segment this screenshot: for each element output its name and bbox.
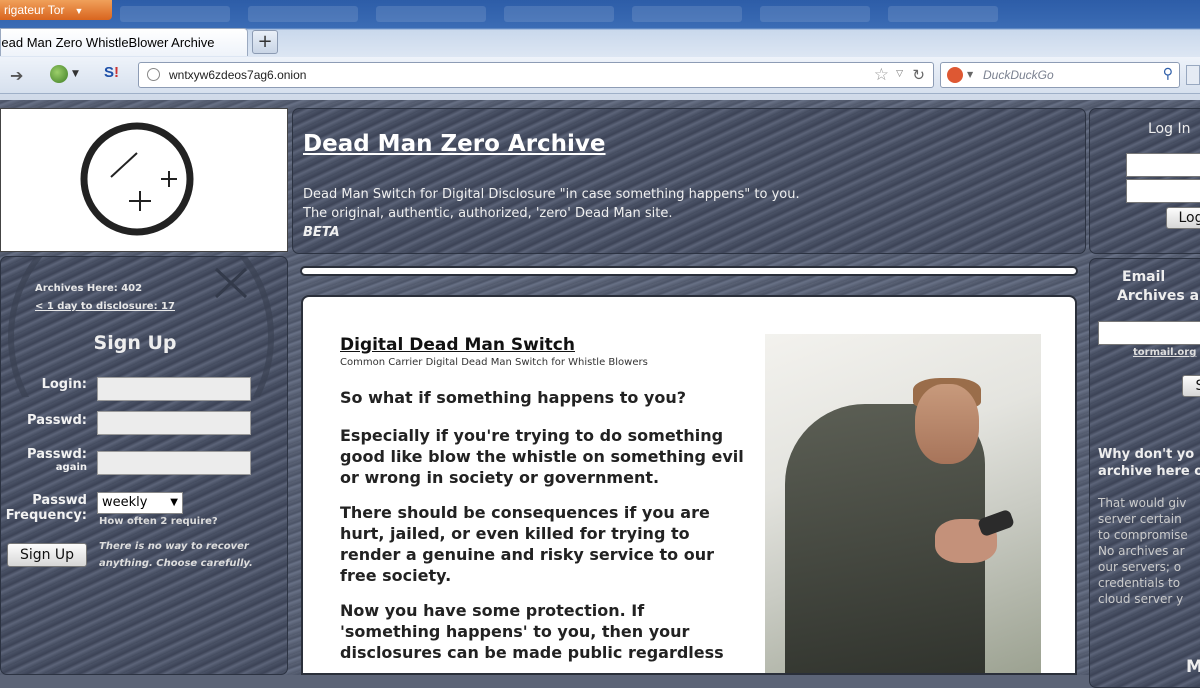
noscript-icon[interactable]: S!: [104, 64, 119, 81]
chevron-down-icon: ▼: [170, 497, 178, 508]
site-header: Dead Man Zero Archive Dead Man Switch fo…: [292, 108, 1086, 254]
navigation-toolbar: ➔ ▼ S! wntxyw6zdeos7ag6.onion ☆ ▽ ↻ ▼ Du…: [0, 57, 1200, 94]
search-engine-dropdown-icon[interactable]: ▼: [967, 70, 973, 79]
site-logo: [0, 108, 288, 252]
divider-bar: [300, 266, 1078, 276]
tor-onion-icon[interactable]: [50, 65, 68, 83]
address-bar[interactable]: wntxyw6zdeos7ag6.onion ☆ ▽ ↻: [138, 62, 934, 88]
url-text: wntxyw6zdeos7ag6.onion: [169, 68, 307, 82]
reload-icon[interactable]: ↻: [912, 66, 925, 84]
passwd-again-input[interactable]: [97, 451, 251, 475]
passwd-label: Passwd:: [27, 413, 87, 428]
search-box[interactable]: ▼ DuckDuckGo ⚲: [940, 62, 1180, 88]
paragraph-4: Now you have some protection. If 'someth…: [340, 601, 724, 662]
login-input[interactable]: [97, 377, 251, 401]
info-line-4: No archives ar: [1098, 544, 1185, 558]
main-content: Digital Dead Man Switch Common Carrier D…: [301, 295, 1077, 675]
archives-count: Archives Here: 402: [35, 283, 143, 294]
email-panel: Email Archives a tormail.org S Why don't…: [1089, 258, 1200, 688]
signup-heading: Sign Up: [93, 332, 177, 354]
web-page: Dead Man Zero Archive Dead Man Switch fo…: [0, 100, 1200, 688]
tormail-link[interactable]: tormail.org: [1133, 347, 1196, 358]
login-button[interactable]: Log: [1166, 207, 1200, 229]
onion-dropdown-icon[interactable]: ▼: [72, 69, 79, 79]
browser-chrome: rigateur Tor ▼ Dead Man Zero WhistleBlowe…: [0, 0, 1200, 100]
freq-label: Passwd Frequency:: [6, 493, 87, 523]
freq-label-1: Passwd: [32, 493, 87, 508]
tab-title: Dead Man Zero WhistleBlower Archive: [0, 35, 215, 50]
warning-line-1: There is no way to recover: [99, 541, 249, 552]
frequency-hint: How often 2 require?: [99, 516, 218, 527]
new-tab-button[interactable]: +: [252, 30, 278, 54]
recovery-warning: There is no way to recover anything. Cho…: [99, 538, 253, 572]
email-panel-title-1: Email: [1122, 269, 1166, 285]
freq-label-2: Frequency:: [5, 508, 87, 523]
background-bookmarks: [120, 6, 1200, 28]
tab-active[interactable]: Dead Man Zero WhistleBlower Archive: [0, 28, 248, 56]
history-dropdown-icon[interactable]: ▽: [896, 69, 903, 79]
info-line-6: credentials to: [1098, 576, 1181, 590]
login-password-input[interactable]: [1126, 179, 1200, 203]
info-line-7: cloud server y: [1098, 592, 1184, 606]
watermark-logo-icon: [8, 257, 274, 397]
content-heading: Digital Dead Man Switch: [340, 335, 575, 355]
why-line-2: archive here o: [1098, 464, 1200, 479]
passwd-input[interactable]: [97, 411, 251, 435]
forward-arrow-icon[interactable]: ➔: [10, 66, 23, 85]
app-menu-label: rigateur Tor: [4, 3, 65, 17]
panel-letter-m: M: [1186, 657, 1200, 677]
tagline-2: The original, authentic, authorized, 'ze…: [303, 206, 673, 221]
passwd-again-text: Passwd:: [27, 447, 87, 462]
info-line-1: That would giv: [1098, 496, 1187, 510]
login-username-input[interactable]: [1126, 153, 1200, 177]
paragraph-3: There should be consequences if you are …: [340, 503, 714, 585]
frequency-value: weekly: [102, 495, 148, 510]
email-input[interactable]: [1098, 321, 1200, 345]
signup-button[interactable]: Sign Up: [7, 543, 87, 567]
disclosure-link[interactable]: < 1 day to disclosure: 17: [35, 301, 175, 312]
site-title[interactable]: Dead Man Zero Archive: [303, 131, 606, 157]
dead-man-zero-logo-icon: [80, 122, 194, 236]
search-icon[interactable]: ⚲: [1163, 66, 1173, 82]
tor-browser-menu-button[interactable]: rigateur Tor ▼: [0, 0, 112, 20]
signup-panel: Archives Here: 402 < 1 day to disclosure…: [0, 256, 288, 675]
tagline-1: Dead Man Switch for Digital Disclosure "…: [303, 187, 800, 202]
login-label: Login:: [41, 377, 87, 392]
man-with-phone-photo: [765, 334, 1041, 673]
beta-label: BETA: [303, 225, 340, 240]
dropdown-arrow-icon: ▼: [74, 6, 84, 16]
paragraph-2: Especially if you're trying to do someth…: [340, 426, 744, 487]
content-subheading: Common Carrier Digital Dead Man Switch f…: [340, 357, 648, 368]
email-submit-button[interactable]: S: [1182, 375, 1200, 397]
site-identity-icon[interactable]: [147, 68, 160, 81]
login-panel: Log In Log: [1089, 108, 1200, 254]
paragraph-1: So what if something happens to you?: [340, 388, 686, 407]
frequency-select[interactable]: weekly ▼: [97, 492, 183, 514]
passwd-again-label: Passwd: again: [27, 447, 87, 473]
info-line-5: our servers; o: [1098, 560, 1182, 574]
passwd-again-sub: again: [55, 462, 87, 473]
why-line-1: Why don't yo: [1098, 447, 1195, 462]
info-line-3: to compromise: [1098, 528, 1188, 542]
bookmark-star-icon[interactable]: ☆: [874, 65, 889, 85]
toolbar-overflow-button[interactable]: [1186, 65, 1200, 85]
warning-line-2: anything. Choose carefully.: [99, 558, 253, 569]
search-placeholder: DuckDuckGo: [983, 68, 1054, 82]
login-panel-title: Log In: [1148, 121, 1191, 137]
info-line-2: server certain: [1098, 512, 1182, 526]
email-panel-title-2: Archives a: [1117, 288, 1200, 304]
duckduckgo-icon[interactable]: [947, 67, 963, 83]
